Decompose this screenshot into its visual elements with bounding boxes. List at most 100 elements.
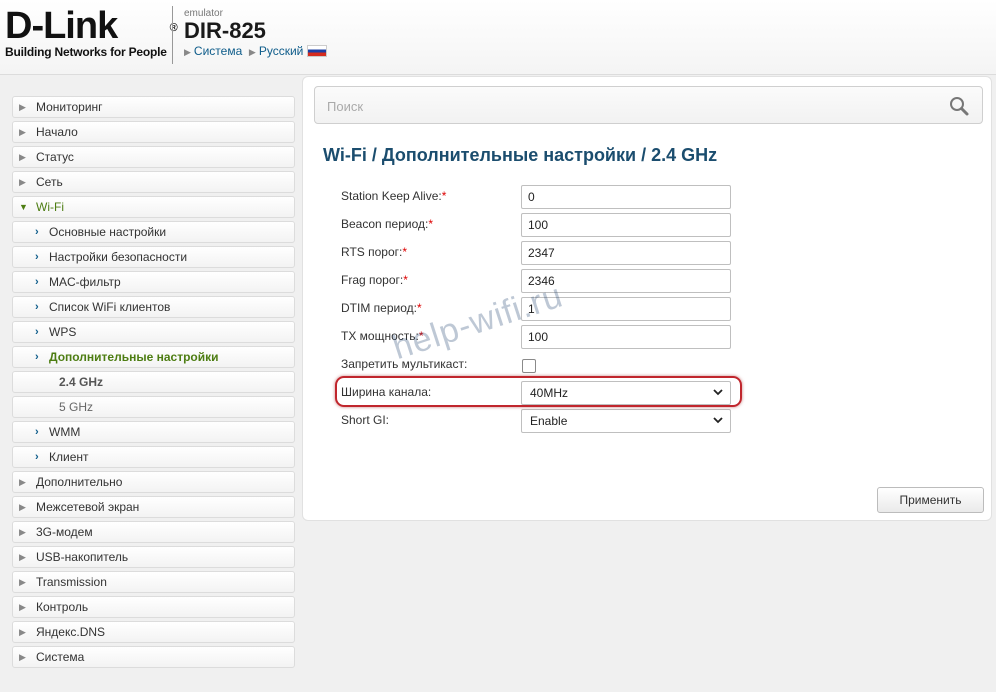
sidebar-item-usb-storage[interactable]: ▶ USB-накопитель bbox=[12, 546, 295, 568]
sidebar-item-advanced-settings[interactable]: › Дополнительные настройки bbox=[12, 346, 295, 368]
sidebar-item-label: Дополнительно bbox=[36, 475, 123, 489]
chevron-right-icon: › bbox=[35, 326, 39, 338]
sidebar-item-label: Список WiFi клиентов bbox=[49, 300, 171, 314]
chevron-right-icon: › bbox=[35, 276, 39, 288]
sidebar-item-wps[interactable]: › WPS bbox=[12, 321, 295, 343]
short-gi-label: Short GI: bbox=[341, 413, 390, 427]
short-gi-row: Short GI: Enable bbox=[341, 409, 741, 435]
chevron-right-icon: › bbox=[35, 251, 39, 263]
sidebar-item-3g-modem[interactable]: ▶ 3G-модем bbox=[12, 521, 295, 543]
sidebar-item-wmm[interactable]: › WMM bbox=[12, 421, 295, 443]
chevron-right-icon: › bbox=[35, 301, 39, 313]
tx-power-input[interactable] bbox=[521, 325, 731, 349]
sidebar-item-label: Система bbox=[36, 650, 85, 664]
header: D-Link ® Building Networks for People emu… bbox=[0, 0, 996, 75]
chevron-right-icon: ▶ bbox=[19, 477, 26, 487]
chevron-right-icon: › bbox=[35, 226, 39, 238]
sidebar-item-label: Яндекс.DNS bbox=[36, 625, 106, 639]
logo-text: D-Link bbox=[5, 5, 118, 47]
required-mark: * bbox=[428, 217, 433, 231]
chevron-right-icon: › bbox=[35, 351, 39, 363]
dtim-label: DTIM период: bbox=[341, 301, 417, 315]
triangle-right-icon: ▶ bbox=[248, 47, 256, 57]
required-mark: * bbox=[416, 301, 422, 315]
rts-input[interactable] bbox=[521, 241, 731, 265]
sidebar-item-status[interactable]: ▶ Статус bbox=[12, 146, 295, 168]
triangle-right-icon: ▶ bbox=[184, 47, 191, 57]
logo-tagline: Building Networks for People bbox=[5, 45, 167, 59]
main-panel: Wi-Fi / Дополнительные настройки / 2.4 G… bbox=[302, 76, 992, 521]
sidebar-item-start[interactable]: ▶ Начало bbox=[12, 121, 295, 143]
short-gi-value: Enable bbox=[530, 414, 568, 428]
sidebar-item-wifi[interactable]: ▼ Wi-Fi bbox=[12, 196, 295, 218]
sidebar-item-system[interactable]: ▶ Система bbox=[12, 646, 295, 668]
sidebar-item-label: WMM bbox=[49, 425, 81, 439]
beacon-label: Beacon период: bbox=[341, 217, 429, 231]
sidebar-item-client[interactable]: › Клиент bbox=[12, 446, 295, 468]
sidebar-item-monitoring[interactable]: ▶ Мониторинг bbox=[12, 96, 295, 118]
short-gi-select[interactable]: Enable bbox=[521, 409, 731, 433]
sidebar-item-advanced[interactable]: ▶ Дополнительно bbox=[12, 471, 295, 493]
sidebar-item-wifi-clients[interactable]: › Список WiFi клиентов bbox=[12, 296, 295, 318]
station-keep-alive-input[interactable] bbox=[521, 185, 731, 209]
search-bar bbox=[314, 86, 983, 124]
required-mark: * bbox=[441, 189, 447, 203]
apply-button[interactable]: Применить bbox=[877, 487, 984, 513]
chevron-down-icon: ▼ bbox=[19, 202, 28, 212]
system-link[interactable]: Система bbox=[194, 44, 242, 58]
station-keep-alive-row: Station Keep Alive:* bbox=[341, 185, 741, 211]
sidebar-item-label: 2.4 GHz bbox=[59, 375, 104, 389]
sidebar-item-label: Основные настройки bbox=[49, 225, 167, 239]
station-keep-alive-label: Station Keep Alive: bbox=[341, 189, 442, 203]
sidebar-item-2-4ghz[interactable]: 2.4 GHz bbox=[12, 371, 295, 393]
sidebar-item-label: Статус bbox=[36, 150, 74, 164]
chevron-right-icon: ▶ bbox=[19, 627, 26, 637]
rts-row: RTS порог:* bbox=[341, 241, 741, 267]
sidebar-item-label: Дополнительные настройки bbox=[49, 350, 219, 364]
chevron-right-icon: › bbox=[35, 426, 39, 438]
sidebar-item-security-settings[interactable]: › Настройки безопасности bbox=[12, 246, 295, 268]
model-name: DIR-825 bbox=[184, 18, 266, 43]
sidebar-item-label: Начало bbox=[36, 125, 78, 139]
chevron-right-icon: ▶ bbox=[19, 652, 26, 662]
logo-registered-mark: ® bbox=[169, 22, 178, 34]
russian-flag-icon[interactable] bbox=[307, 45, 328, 57]
sidebar-nav: ▶ Мониторинг ▶ Начало ▶ Статус ▶ Сеть ▼ Wi-Fi… bbox=[8, 96, 300, 671]
chevron-right-icon: ▶ bbox=[19, 552, 26, 562]
sidebar-item-label: MAC-фильтр bbox=[49, 275, 121, 289]
sidebar-item-label: Сеть bbox=[36, 175, 63, 189]
chevron-right-icon: ▶ bbox=[19, 602, 26, 612]
chevron-right-icon: ▶ bbox=[19, 177, 26, 187]
sidebar-item-network[interactable]: ▶ Сеть bbox=[12, 171, 295, 193]
beacon-row: Beacon период:* bbox=[341, 213, 741, 239]
search-icon[interactable] bbox=[948, 95, 970, 117]
sidebar-item-label: Клиент bbox=[49, 450, 89, 464]
sidebar-item-transmission[interactable]: ▶ Transmission bbox=[12, 571, 295, 593]
sidebar-item-yandex-dns[interactable]: ▶ Яндекс.DNS bbox=[12, 621, 295, 643]
sidebar-item-label: Межсетевой экран bbox=[36, 500, 140, 514]
chevron-right-icon: ▶ bbox=[19, 527, 26, 537]
sidebar-item-5ghz[interactable]: 5 GHz bbox=[12, 396, 295, 418]
chevron-right-icon: ▶ bbox=[19, 152, 26, 162]
sidebar-item-mac-filter[interactable]: › MAC-фильтр bbox=[12, 271, 295, 293]
header-divider bbox=[172, 6, 173, 64]
page-title: Wi-Fi / Дополнительные настройки / 2.4 G… bbox=[323, 145, 718, 165]
chevron-right-icon: › bbox=[35, 451, 39, 463]
search-input[interactable] bbox=[325, 95, 929, 117]
sidebar-item-basic-settings[interactable]: › Основные настройки bbox=[12, 221, 295, 243]
sidebar-item-control[interactable]: ▶ Контроль bbox=[12, 596, 295, 618]
sidebar-item-label: Настройки безопасности bbox=[49, 250, 188, 264]
chevron-right-icon: ▶ bbox=[19, 102, 26, 112]
chevron-down-icon bbox=[713, 417, 723, 424]
sidebar-item-label: 5 GHz bbox=[59, 400, 94, 414]
sidebar-item-label: WPS bbox=[49, 325, 77, 339]
chevron-right-icon: ▶ bbox=[19, 127, 26, 137]
dlink-logo: D-Link ® Building Networks for People bbox=[5, 5, 178, 59]
sidebar-item-firewall[interactable]: ▶ Межсетевой экран bbox=[12, 496, 295, 518]
language-link[interactable]: Русский bbox=[259, 44, 304, 58]
required-mark: * bbox=[402, 245, 408, 259]
model-block: emulator DIR-825 bbox=[184, 9, 266, 43]
beacon-input[interactable] bbox=[521, 213, 731, 237]
header-links: ▶ Система ▶ Русский bbox=[184, 44, 328, 58]
multicast-checkbox[interactable] bbox=[522, 359, 536, 373]
